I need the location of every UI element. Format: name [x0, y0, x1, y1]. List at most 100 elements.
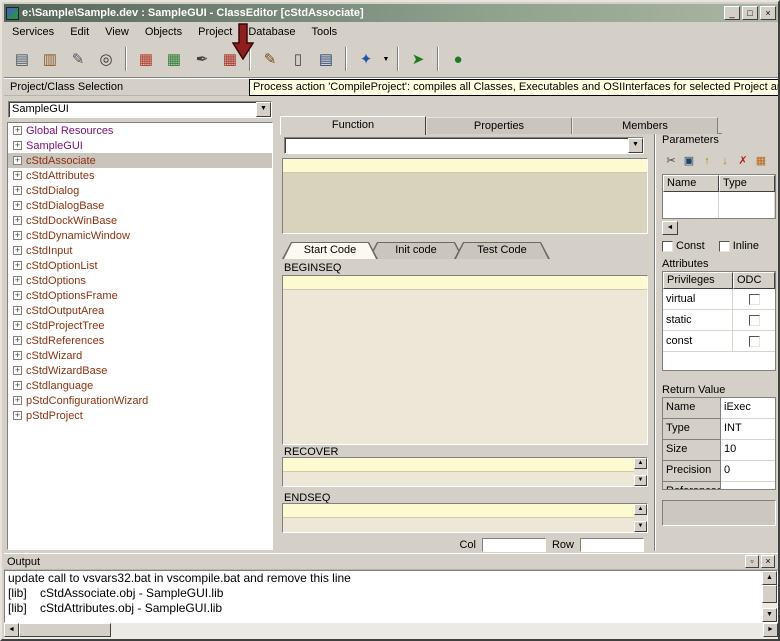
- toolbar-dropdown-arrow-icon[interactable]: ▼: [380, 46, 392, 73]
- red-table-icon[interactable]: ▦: [132, 46, 160, 73]
- param-copy-icon[interactable]: ▣: [680, 152, 698, 169]
- panel-divider[interactable]: [654, 134, 656, 551]
- expand-icon[interactable]: +: [13, 306, 22, 315]
- dock-window-icon[interactable]: ▫: [745, 555, 759, 568]
- document-icon[interactable]: ▯: [284, 46, 312, 73]
- column-header-privileges[interactable]: Privileges: [663, 272, 733, 289]
- parameters-grid-body[interactable]: [663, 192, 775, 218]
- tree-item[interactable]: + cStdlanguage: [8, 378, 272, 393]
- report-icon[interactable]: ▤: [312, 46, 340, 73]
- tree-item[interactable]: + cStdAttributes: [8, 168, 272, 183]
- scroll-down-icon[interactable]: ▼: [634, 475, 647, 486]
- scroll-up-icon[interactable]: ▲: [634, 504, 647, 515]
- relations-icon[interactable]: ✦: [352, 46, 380, 73]
- dropdown-arrow-icon[interactable]: ▼: [628, 138, 643, 153]
- titlebar[interactable]: e:\Sample\Sample.dev : SampleGUI - Class…: [4, 4, 778, 22]
- tree-item[interactable]: + cStdDialogBase: [8, 198, 272, 213]
- tree-item[interactable]: + cStdOptionsFrame: [8, 288, 272, 303]
- close-output-icon[interactable]: ×: [761, 555, 775, 568]
- tree-item[interactable]: + cStdWizard: [8, 348, 272, 363]
- scroll-right-icon[interactable]: ►: [763, 623, 778, 637]
- project-selector[interactable]: SampleGUI ▼: [8, 101, 272, 118]
- param-down-icon[interactable]: ↓: [716, 152, 734, 169]
- expand-icon[interactable]: +: [13, 186, 22, 195]
- expand-icon[interactable]: +: [13, 156, 22, 165]
- database-icon[interactable]: ▥: [36, 46, 64, 73]
- attribute-checkbox[interactable]: [749, 294, 760, 305]
- expand-icon[interactable]: +: [13, 231, 22, 240]
- expand-icon[interactable]: +: [13, 351, 22, 360]
- open-class-icon[interactable]: ▤: [8, 46, 36, 73]
- menu-item[interactable]: View: [97, 24, 137, 40]
- hscroll-thumb[interactable]: [19, 623, 111, 637]
- code-tab[interactable]: Init code: [368, 242, 464, 259]
- output-log[interactable]: update call to vsvars32.bat in vscompile…: [4, 570, 778, 623]
- tree-item[interactable]: + pStdConfigurationWizard: [8, 393, 272, 408]
- ink-bottle-icon[interactable]: ✒: [188, 46, 216, 73]
- script-editor-icon[interactable]: ✎: [256, 46, 284, 73]
- expand-icon[interactable]: +: [13, 216, 22, 225]
- expand-icon[interactable]: +: [13, 246, 22, 255]
- edit-window-icon[interactable]: ✎: [64, 46, 92, 73]
- tree-item[interactable]: + cStdOutputArea: [8, 303, 272, 318]
- editor-tab[interactable]: Members: [572, 117, 718, 134]
- column-header-odc[interactable]: ODC: [733, 272, 775, 289]
- param-up-icon[interactable]: ↑: [698, 152, 716, 169]
- dropdown-arrow-icon[interactable]: ▼: [256, 102, 271, 117]
- browse-data-icon[interactable]: ◎: [92, 46, 120, 73]
- expand-icon[interactable]: +: [13, 396, 22, 405]
- output-caption[interactable]: Output ▫ ×: [4, 554, 778, 570]
- const-checkbox[interactable]: [662, 241, 673, 252]
- tree-item[interactable]: + cStdDockWinBase: [8, 213, 272, 228]
- editor-tab[interactable]: Properties: [426, 117, 572, 134]
- tree-item[interactable]: + cStdDynamicWindow: [8, 228, 272, 243]
- expand-icon[interactable]: +: [13, 336, 22, 345]
- expand-icon[interactable]: +: [13, 126, 22, 135]
- close-button[interactable]: ×: [760, 6, 776, 20]
- menu-item[interactable]: Edit: [62, 24, 97, 40]
- code-tab[interactable]: Test Code: [454, 242, 550, 259]
- expand-icon[interactable]: +: [13, 291, 22, 300]
- expand-icon[interactable]: +: [13, 261, 22, 270]
- inline-checkbox[interactable]: [719, 241, 730, 252]
- scroll-down-icon[interactable]: ▼: [634, 521, 647, 532]
- vscroll-thumb[interactable]: [762, 585, 777, 603]
- expand-icon[interactable]: +: [13, 321, 22, 330]
- tree-item[interactable]: + pStdProject: [8, 408, 272, 423]
- menu-item[interactable]: Services: [4, 24, 62, 40]
- param-cut-icon[interactable]: ✂: [662, 152, 680, 169]
- editor-tab[interactable]: Function: [280, 116, 426, 135]
- menu-item[interactable]: Objects: [137, 24, 190, 40]
- expand-icon[interactable]: +: [13, 141, 22, 150]
- scroll-up-icon[interactable]: ▲: [634, 458, 647, 469]
- attribute-row[interactable]: static: [663, 310, 775, 331]
- expand-icon[interactable]: +: [13, 276, 22, 285]
- attribute-checkbox[interactable]: [749, 336, 760, 347]
- expand-icon[interactable]: +: [13, 201, 22, 210]
- tree-item[interactable]: + cStdReferences: [8, 333, 272, 348]
- beginseq-editor[interactable]: [282, 275, 648, 445]
- scroll-left-icon[interactable]: ◄: [4, 623, 19, 637]
- expand-icon[interactable]: +: [13, 381, 22, 390]
- tree-item[interactable]: + cStdOptions: [8, 273, 272, 288]
- scroll-up-icon[interactable]: ▲: [762, 571, 777, 585]
- return-value-row[interactable]: Precision 0: [663, 461, 775, 482]
- maximize-button[interactable]: □: [742, 6, 758, 20]
- scroll-down-icon[interactable]: ▼: [762, 608, 777, 622]
- expand-icon[interactable]: +: [13, 171, 22, 180]
- tree-item[interactable]: + cStdProjectTree: [8, 318, 272, 333]
- green-table-icon[interactable]: ▦: [160, 46, 188, 73]
- attribute-row[interactable]: const: [663, 331, 775, 352]
- function-selector[interactable]: ▼: [284, 137, 644, 154]
- status-light-icon[interactable]: ●: [444, 46, 472, 73]
- attribute-row[interactable]: virtual: [663, 289, 775, 310]
- return-value-row[interactable]: Referenced: [663, 482, 775, 490]
- tree-item[interactable]: + SampleGUI: [8, 138, 272, 153]
- function-description-area[interactable]: [282, 158, 648, 234]
- return-value-row[interactable]: Name iExec: [663, 398, 775, 419]
- tree-item[interactable]: + cStdDialog: [8, 183, 272, 198]
- minimize-button[interactable]: _: [724, 6, 740, 20]
- hscroll-track[interactable]: [111, 623, 763, 639]
- attribute-checkbox[interactable]: [749, 315, 760, 326]
- tree-item[interactable]: + cStdInput: [8, 243, 272, 258]
